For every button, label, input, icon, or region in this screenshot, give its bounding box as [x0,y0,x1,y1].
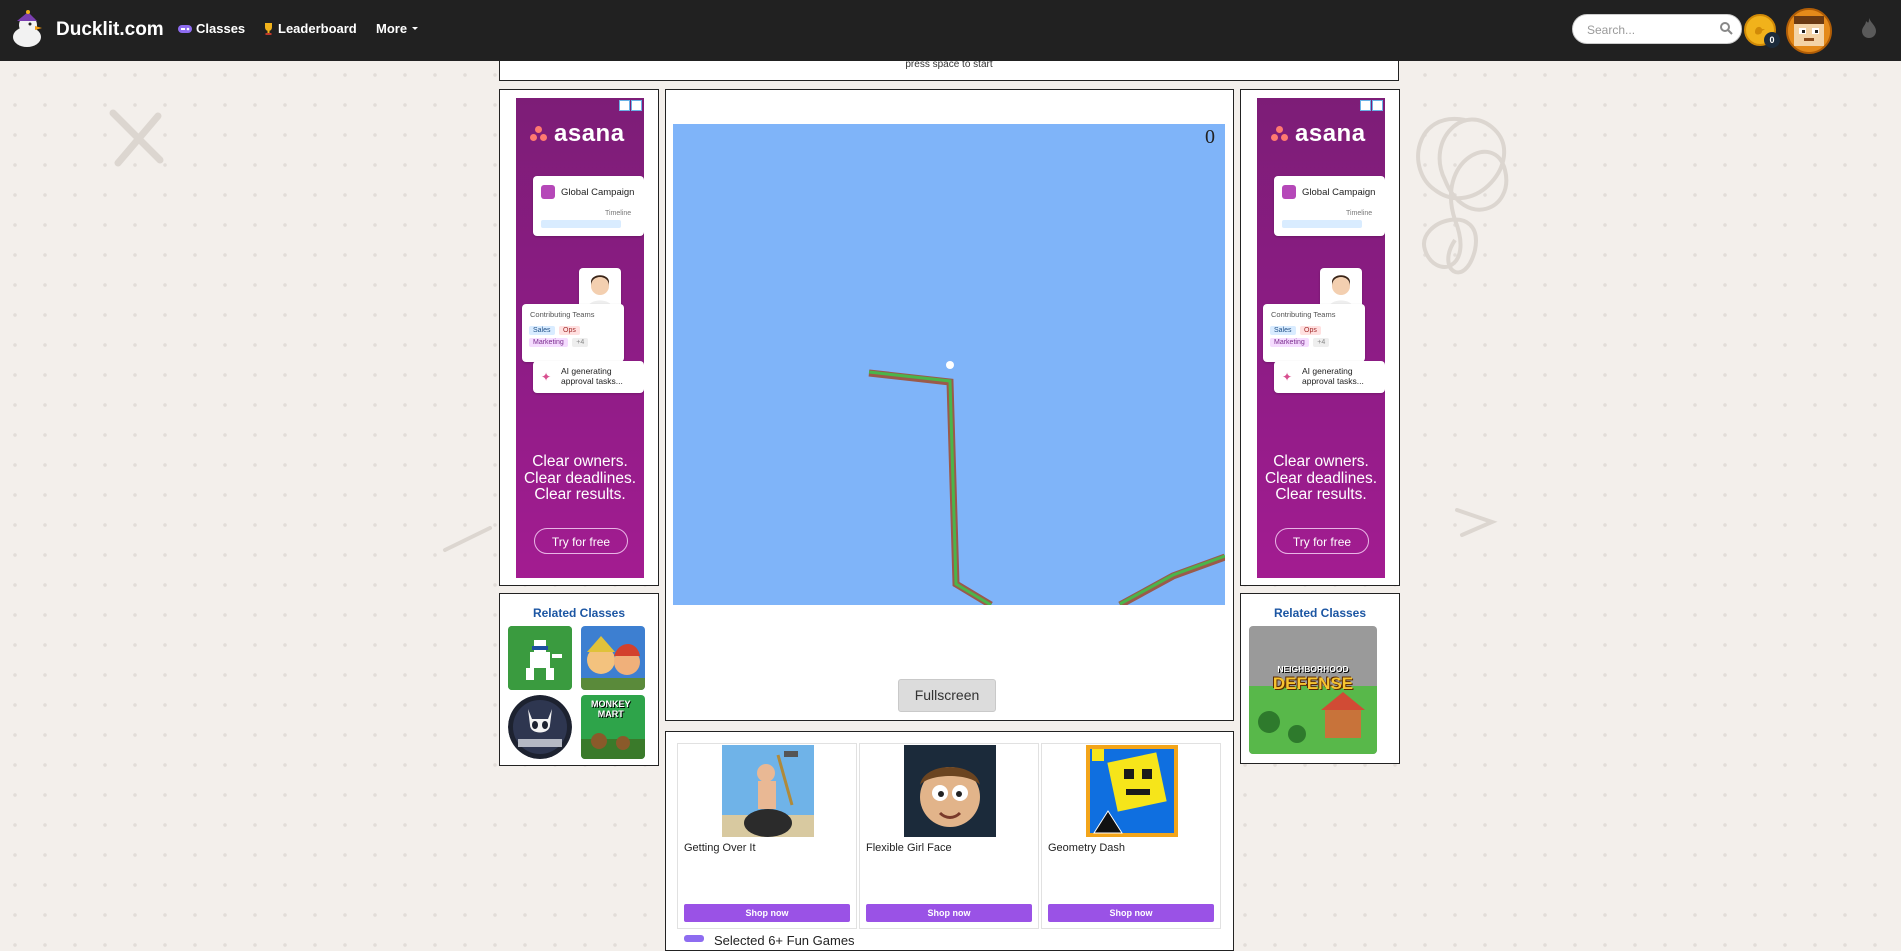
top-nav: Ducklit.com Classes Leaderboard More 0 [0,0,1901,61]
player-ball [946,361,954,369]
right-related-panel: Related Classes NEIGHBORHOOD DEFENSE [1240,593,1400,764]
doodle-x [109,109,164,167]
avatar[interactable] [1786,8,1832,54]
related-game-thumb[interactable] [581,626,645,690]
shop-now-button[interactable]: Shop now [684,904,850,922]
ad-try-free-button[interactable]: Try for free [534,528,628,554]
ad-choices-icon[interactable] [1360,100,1383,111]
coin-count: 0 [1764,32,1780,48]
monkey-mart-title: MONKEY MART [591,699,631,719]
ad-choices-icon[interactable] [619,100,642,111]
left-related-panel: Related Classes MONKEY MART [499,593,659,766]
logo-icon[interactable] [9,9,45,49]
fullscreen-button[interactable]: Fullscreen [898,679,996,712]
shop-card[interactable]: Getting Over It Shop now [677,743,857,929]
neighborhood-defense-thumb[interactable]: NEIGHBORHOOD DEFENSE [1249,626,1377,754]
selected-games-label: Selected 6+ Fun Games [714,933,855,948]
flame-icon[interactable] [1862,18,1876,38]
game-track [868,361,1225,605]
right-ad-panel: asana Global Campaign Timeline Contribut… [1240,89,1400,586]
shop-thumb-getting-over-it[interactable] [722,745,814,837]
left-ad-panel: asana Global Campaign Timeline Contribut… [499,89,659,586]
asana-ad[interactable]: asana Global Campaign Timeline Contribut… [516,98,644,578]
asana-logo: asana [530,120,625,148]
nav-leaderboard[interactable]: Leaderboard [263,21,357,36]
ad-card-campaign: Global Campaign Timeline [533,176,644,236]
doodle-arrow [1455,508,1498,537]
asana-ad[interactable]: asana Global Campaign Timeline Contribut… [1257,98,1385,578]
doodle-arrow [443,526,492,552]
shop-item-name: Geometry Dash [1048,842,1126,854]
score-counter: 0 [1205,126,1215,148]
nav-more-label: More [376,21,408,36]
related-classes-title: Related Classes [1273,606,1367,620]
shop-thumb-flexible-girl-face[interactable] [904,745,996,837]
nav-more[interactable]: More [376,21,419,36]
related-game-thumb[interactable]: MONKEY MART [581,695,645,759]
search-box[interactable] [1572,14,1742,45]
related-game-thumb[interactable] [508,626,572,690]
ad-ai-card: ✦ AI generating approval tasks... [533,361,644,393]
doodle-scribble [1416,116,1509,275]
gamepad-icon [178,24,192,33]
search-icon[interactable] [1719,21,1733,35]
nav-classes-label: Classes [196,21,246,36]
ad-teams-card: Contributing Teams Sales Ops Marketing +… [522,304,624,362]
shop-card[interactable]: Flexible Girl Face Shop now [859,743,1039,929]
shop-now-button[interactable]: Shop now [866,904,1032,922]
related-game-thumb[interactable] [508,695,572,759]
shop-item-name: Getting Over It [684,842,756,854]
related-classes-title: Related Classes [532,606,626,620]
nav-classes[interactable]: Classes [178,21,245,36]
search-input[interactable] [1585,15,1729,45]
ad-try-free-button[interactable]: Try for free [1275,528,1369,554]
ad-teams-card: Contributing Teams Sales Ops Marketing +… [1263,304,1365,362]
asana-logo: asana [1271,120,1366,148]
shop-thumb-geometry-dash[interactable] [1086,745,1178,837]
trophy-icon [265,22,272,35]
shop-card[interactable]: Geometry Dash Shop now [1041,743,1221,929]
shop-item-name: Flexible Girl Face [866,842,952,854]
avatar-face-icon [1788,10,1830,52]
nav-leaderboard-label: Leaderboard [278,21,357,36]
ad-copy: Clear owners. Clear deadlines. Clear resul… [1264,453,1377,503]
games-bundle-icon [684,935,704,942]
brand-name[interactable]: Ducklit.com [56,19,164,41]
ad-ai-card: ✦ AI generating approval tasks... [1274,361,1385,393]
ad-card-campaign: Global Campaign Timeline [1274,176,1385,236]
shop-now-button[interactable]: Shop now [1048,904,1214,922]
game-canvas[interactable]: 0 [673,124,1225,605]
neighborhood-defense-title: NEIGHBORHOOD DEFENSE [1272,664,1354,693]
ad-copy: Clear owners. Clear deadlines. Clear resul… [523,453,636,503]
caret-down-icon [412,26,419,30]
